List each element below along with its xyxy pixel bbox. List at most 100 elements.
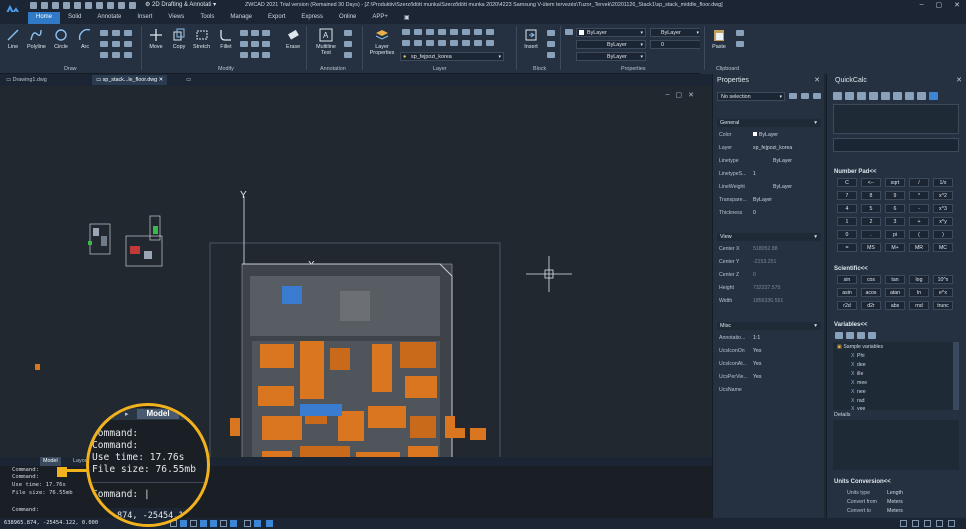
open-icon[interactable]: [41, 2, 48, 9]
circle-button[interactable]: Circle: [54, 28, 68, 50]
quick-properties-icon[interactable]: [254, 520, 261, 527]
leader-icon[interactable]: [344, 41, 352, 47]
numpad-key[interactable]: 1: [837, 217, 857, 226]
trim-icon[interactable]: [240, 41, 248, 47]
minimize-icon[interactable]: –: [920, 1, 924, 9]
edit-variable-icon[interactable]: [846, 332, 854, 339]
close-mini-icon[interactable]: [917, 92, 926, 100]
tab-active-drawing[interactable]: ▭ sp_stack...le_floor.dwg ✕: [92, 75, 168, 85]
numpad-key[interactable]: -: [909, 204, 929, 213]
prop-value[interactable]: ByLayer: [753, 197, 772, 203]
layer-walk-icon[interactable]: [486, 29, 494, 35]
hatch-icon[interactable]: [112, 30, 120, 36]
toggle-pickadd-icon[interactable]: [789, 93, 797, 99]
move-button[interactable]: Move: [149, 28, 163, 50]
scientific-header[interactable]: Scientific<<: [834, 266, 868, 272]
angle-icon[interactable]: [893, 92, 902, 100]
section-view[interactable]: View ▾: [717, 233, 821, 241]
units-value[interactable]: Meters: [887, 499, 903, 505]
offset-icon[interactable]: [262, 41, 270, 47]
layer-merge-icon[interactable]: [402, 40, 410, 46]
numpad-key[interactable]: MC: [933, 243, 953, 252]
numpad-key[interactable]: M+: [885, 243, 905, 252]
rotate-icon[interactable]: [240, 30, 248, 36]
variable-item[interactable]: mee: [857, 380, 867, 386]
create-block-icon[interactable]: [547, 30, 555, 36]
annotation-scale-icon[interactable]: [900, 520, 907, 527]
layer-current-icon[interactable]: [462, 40, 470, 46]
point-icon[interactable]: [100, 52, 108, 58]
layer-iso-icon[interactable]: [414, 29, 422, 35]
cut-icon[interactable]: [736, 30, 744, 36]
copy-clip-icon[interactable]: [736, 41, 744, 47]
scale-icon[interactable]: [262, 30, 270, 36]
variable-item[interactable]: vee: [857, 406, 865, 412]
ribbon-toggle-icon[interactable]: ▣: [396, 12, 418, 24]
tab-tools[interactable]: Tools: [192, 12, 222, 24]
scientific-key[interactable]: r2d: [837, 301, 857, 310]
scientific-key[interactable]: d2r: [861, 301, 881, 310]
scientific-key[interactable]: cos: [861, 275, 881, 284]
quick-select-icon[interactable]: [813, 93, 821, 99]
numpad-key[interactable]: 3: [885, 217, 905, 226]
redo-icon[interactable]: [107, 2, 114, 9]
print-icon[interactable]: [74, 2, 81, 9]
variable-item[interactable]: rad: [857, 398, 865, 404]
numpad-key[interactable]: MR: [909, 243, 929, 252]
numpad-key[interactable]: +: [909, 217, 929, 226]
workspace-selector[interactable]: ⚙ 2D Drafting & Annotati ▾: [145, 1, 216, 8]
layer-match-icon[interactable]: [462, 29, 470, 35]
boundary-icon[interactable]: [124, 41, 132, 47]
units-header[interactable]: Units Conversion<<: [834, 479, 891, 485]
scientific-key[interactable]: 10^x: [933, 275, 953, 284]
line-button[interactable]: Line: [6, 28, 20, 50]
scientific-key[interactable]: log: [909, 275, 929, 284]
section-misc[interactable]: Misc ▾: [717, 322, 821, 330]
fillet-button[interactable]: Fillet: [219, 28, 233, 50]
prop-value[interactable]: sp_fejpozi_korea: [753, 145, 792, 151]
save-icon[interactable]: [52, 2, 59, 9]
intersection-icon[interactable]: [905, 92, 914, 100]
new-tab-icon[interactable]: ▭: [182, 75, 195, 85]
polygon-icon[interactable]: [112, 52, 120, 58]
numpad-key[interactable]: x^3: [933, 204, 953, 213]
distance-icon[interactable]: [881, 92, 890, 100]
numpad-key[interactable]: <--: [861, 178, 881, 187]
tab-app-plus[interactable]: APP+: [364, 12, 396, 24]
table-icon[interactable]: [344, 52, 352, 58]
polyline-button[interactable]: Polyline: [27, 28, 46, 50]
prop-value[interactable]: ByLayer: [753, 158, 792, 164]
numpad-key[interactable]: ): [933, 230, 953, 239]
scrollbar[interactable]: [953, 342, 959, 410]
selection-cycling-icon[interactable]: [266, 520, 273, 527]
save-as-icon[interactable]: [63, 2, 70, 9]
otrack-icon[interactable]: [220, 520, 227, 527]
close-icon[interactable]: ✕: [954, 1, 960, 9]
help-icon[interactable]: [929, 92, 938, 100]
layer-delete-icon[interactable]: [414, 40, 422, 46]
scientific-key[interactable]: rnd: [909, 301, 929, 310]
plot-icon[interactable]: [85, 2, 92, 9]
prop-value[interactable]: 1: [753, 171, 756, 177]
tab-solid[interactable]: Solid: [60, 12, 89, 24]
numpad-key[interactable]: MS: [861, 243, 881, 252]
multiline-text-button[interactable]: A Multiline Text: [312, 28, 340, 56]
tab-home[interactable]: Home: [28, 12, 61, 24]
select-objects-icon[interactable]: [801, 93, 809, 99]
layer-lock-icon[interactable]: [450, 29, 458, 35]
numpad-key[interactable]: 2: [861, 217, 881, 226]
edit-block-icon[interactable]: [547, 41, 555, 47]
tab-annotate[interactable]: Annotate: [89, 12, 129, 24]
number-pad-header[interactable]: Number Pad<<: [834, 169, 876, 175]
new-icon[interactable]: [30, 2, 37, 9]
layer-thaw-icon[interactable]: [438, 40, 446, 46]
prop-value[interactable]: 1:1: [753, 335, 760, 341]
prop-value[interactable]: Yes: [753, 374, 761, 380]
fullscreen-icon[interactable]: [936, 520, 943, 527]
layer-on-icon[interactable]: [426, 40, 434, 46]
numpad-key[interactable]: 9: [885, 191, 905, 200]
get-coordinates-icon[interactable]: [869, 92, 878, 100]
mirror-icon[interactable]: [251, 30, 259, 36]
attribute-icon[interactable]: [547, 52, 555, 58]
dimension-icon[interactable]: [344, 30, 352, 36]
